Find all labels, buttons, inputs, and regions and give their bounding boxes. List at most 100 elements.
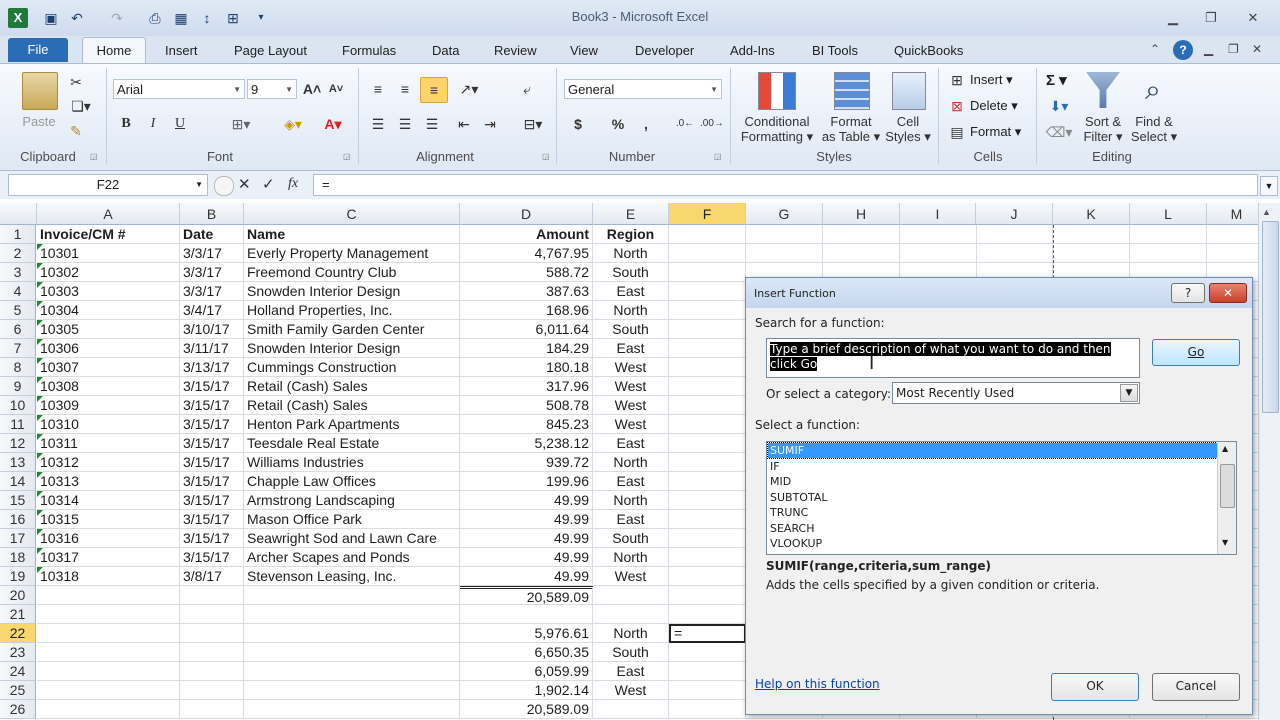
scroll-up-icon[interactable]: ▲ bbox=[1222, 444, 1228, 453]
cell-e6[interactable]: South bbox=[593, 320, 669, 339]
cell-c24[interactable] bbox=[244, 662, 460, 681]
cell-a9[interactable]: 10308 bbox=[37, 377, 180, 396]
cell-c21[interactable] bbox=[244, 605, 460, 624]
expand-formula-bar-icon[interactable]: ▼ bbox=[1260, 176, 1278, 196]
decrease-indent-icon[interactable]: ⇤ bbox=[454, 114, 474, 134]
format-cells-button[interactable]: Format ▾ bbox=[970, 124, 1021, 140]
cell-b20[interactable] bbox=[180, 586, 244, 605]
cell-d20[interactable]: 20,589.09 bbox=[460, 586, 593, 605]
cell-c4[interactable]: Snowden Interior Design bbox=[244, 282, 460, 301]
cell-e7[interactable]: East bbox=[593, 339, 669, 358]
cell-f8[interactable] bbox=[669, 358, 746, 377]
cell-b19[interactable]: 3/8/17 bbox=[180, 567, 244, 586]
row-header-10[interactable]: 10 bbox=[0, 396, 36, 415]
cell-e9[interactable]: West bbox=[593, 377, 669, 396]
cell-c22[interactable] bbox=[244, 624, 460, 643]
fill-color-icon[interactable]: ◈▾ bbox=[276, 114, 310, 134]
cell-f23[interactable] bbox=[669, 643, 746, 662]
format-cells-icon[interactable]: ▤ bbox=[948, 122, 966, 142]
cell-f21[interactable] bbox=[669, 605, 746, 624]
restore-icon[interactable]: ❐ bbox=[1198, 9, 1224, 27]
cell-c20[interactable] bbox=[244, 586, 460, 605]
increase-indent-icon[interactable]: ⇥ bbox=[480, 114, 500, 134]
dialog-help-button[interactable]: ? bbox=[1171, 283, 1205, 303]
cell-b11[interactable]: 3/15/17 bbox=[180, 415, 244, 434]
select-all-corner[interactable] bbox=[0, 203, 37, 225]
tab-data[interactable]: Data bbox=[432, 43, 459, 58]
empty-cell[interactable] bbox=[823, 225, 900, 244]
row-header-2[interactable]: 2 bbox=[0, 244, 36, 263]
cell-e11[interactable]: West bbox=[593, 415, 669, 434]
tab-page-layout[interactable]: Page Layout bbox=[234, 43, 307, 58]
cell-e15[interactable]: North bbox=[593, 491, 669, 510]
row-header-16[interactable]: 16 bbox=[0, 510, 36, 529]
row-header-5[interactable]: 5 bbox=[0, 301, 36, 320]
cell-a13[interactable]: 10312 bbox=[37, 453, 180, 472]
cell-a1[interactable]: Invoice/CM # bbox=[37, 225, 180, 244]
cell-e21[interactable] bbox=[593, 605, 669, 624]
cell-b13[interactable]: 3/15/17 bbox=[180, 453, 244, 472]
underline-button[interactable]: U bbox=[171, 114, 189, 134]
cell-d16[interactable]: 49.99 bbox=[460, 510, 593, 529]
cell-b22[interactable] bbox=[180, 624, 244, 643]
align-left-icon[interactable]: ☰ bbox=[368, 114, 388, 134]
cell-c15[interactable]: Armstrong Landscaping bbox=[244, 491, 460, 510]
function-item[interactable]: SEARCH bbox=[768, 521, 1217, 536]
percent-button[interactable]: % bbox=[608, 114, 628, 134]
function-item[interactable]: SUMIF bbox=[767, 442, 1218, 459]
row-header-22[interactable]: 22 bbox=[0, 624, 36, 643]
cell-a14[interactable]: 10313 bbox=[37, 472, 180, 491]
cell-e18[interactable]: North bbox=[593, 548, 669, 567]
cell-d18[interactable]: 49.99 bbox=[460, 548, 593, 567]
cell-f15[interactable] bbox=[669, 491, 746, 510]
go-button[interactable]: Go bbox=[1152, 339, 1240, 366]
row-header-13[interactable]: 13 bbox=[0, 453, 36, 472]
row-header-24[interactable]: 24 bbox=[0, 662, 36, 681]
paste-button[interactable]: Paste bbox=[16, 114, 62, 129]
empty-cell[interactable] bbox=[669, 225, 746, 244]
cell-b18[interactable]: 3/15/17 bbox=[180, 548, 244, 567]
grow-font-icon[interactable]: A˄ bbox=[302, 79, 322, 99]
tab-insert[interactable]: Insert bbox=[165, 43, 198, 58]
cell-a25[interactable] bbox=[37, 681, 180, 700]
cell-e16[interactable]: East bbox=[593, 510, 669, 529]
cell-a11[interactable]: 10310 bbox=[37, 415, 180, 434]
empty-cell[interactable] bbox=[900, 244, 977, 263]
cell-d2[interactable]: 4,767.95 bbox=[460, 244, 593, 263]
cell-c11[interactable]: Henton Park Apartments bbox=[244, 415, 460, 434]
row-header-8[interactable]: 8 bbox=[0, 358, 36, 377]
empty-cell[interactable] bbox=[746, 225, 823, 244]
scroll-up-icon[interactable]: ▲ bbox=[1262, 207, 1271, 217]
column-header-m[interactable]: M bbox=[1207, 203, 1258, 225]
cell-c6[interactable]: Smith Family Garden Center bbox=[244, 320, 460, 339]
cell-d1[interactable]: Amount bbox=[460, 225, 593, 244]
tab-home[interactable]: Home bbox=[82, 37, 146, 65]
cell-b7[interactable]: 3/11/17 bbox=[180, 339, 244, 358]
cell-b8[interactable]: 3/13/17 bbox=[180, 358, 244, 377]
cell-c14[interactable]: Chapple Law Offices bbox=[244, 472, 460, 491]
cell-d12[interactable]: 5,238.12 bbox=[460, 434, 593, 453]
cell-d17[interactable]: 49.99 bbox=[460, 529, 593, 548]
cell-c18[interactable]: Archer Scapes and Ponds bbox=[244, 548, 460, 567]
workbook-close-icon[interactable]: ✕ bbox=[1252, 42, 1262, 56]
font-launcher-icon[interactable]: ◲ bbox=[343, 152, 351, 161]
cell-b2[interactable]: 3/3/17 bbox=[180, 244, 244, 263]
cell-a6[interactable]: 10305 bbox=[37, 320, 180, 339]
cell-d10[interactable]: 508.78 bbox=[460, 396, 593, 415]
cell-d14[interactable]: 199.96 bbox=[460, 472, 593, 491]
tab-developer[interactable]: Developer bbox=[635, 43, 694, 58]
empty-cell[interactable] bbox=[823, 244, 900, 263]
cell-f9[interactable] bbox=[669, 377, 746, 396]
cell-e5[interactable]: North bbox=[593, 301, 669, 320]
cell-b10[interactable]: 3/15/17 bbox=[180, 396, 244, 415]
cell-e12[interactable]: East bbox=[593, 434, 669, 453]
cell-e14[interactable]: East bbox=[593, 472, 669, 491]
insert-cells-button[interactable]: Insert ▾ bbox=[970, 72, 1013, 88]
number-launcher-icon[interactable]: ◲ bbox=[714, 152, 722, 161]
fill-icon[interactable]: ⬇▾ bbox=[1044, 96, 1074, 116]
align-top-icon[interactable]: ≡ bbox=[368, 79, 388, 99]
cell-a20[interactable] bbox=[37, 586, 180, 605]
name-box[interactable]: F22 ▼ bbox=[8, 174, 208, 196]
cell-a21[interactable] bbox=[37, 605, 180, 624]
formula-input[interactable]: = bbox=[313, 174, 1258, 196]
